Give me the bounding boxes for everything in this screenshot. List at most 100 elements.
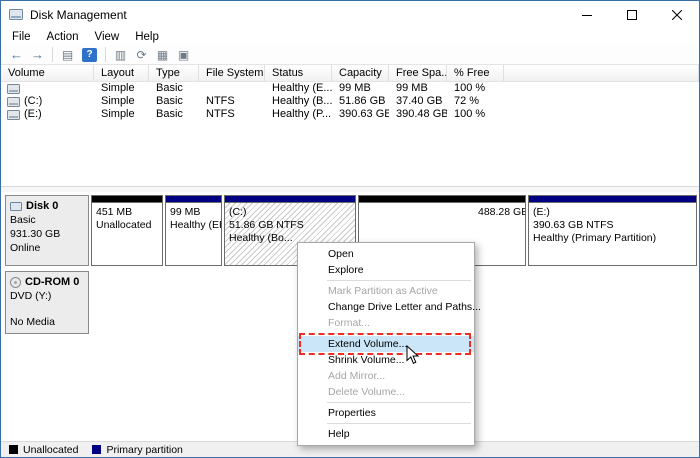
partition-name: (E:)	[533, 206, 696, 219]
refresh-icon[interactable]: ⟳	[131, 46, 152, 64]
volume-status: Healthy (E...	[265, 82, 332, 95]
legend-unallocated: Unallocated	[9, 444, 78, 456]
column-header-type[interactable]: Type	[149, 65, 199, 81]
primary-partition-swatch-icon	[92, 445, 101, 454]
legend-primary-partition: Primary partition	[92, 444, 182, 456]
context-menu-item-properties[interactable]: Properties	[298, 405, 474, 421]
menu-file[interactable]: File	[4, 30, 39, 44]
disk-icon	[10, 202, 22, 211]
context-menu-item-extend-volume[interactable]: Extend Volume...	[298, 336, 474, 352]
partition-efi[interactable]: 99 MB Healthy (EFI	[165, 195, 222, 266]
column-header-status[interactable]: Status	[265, 65, 332, 81]
partition-size: 99 MB	[170, 206, 221, 219]
volume-file-system: NTFS	[199, 95, 265, 108]
splitter[interactable]	[1, 187, 699, 192]
context-menu-item-help[interactable]: Help	[298, 426, 474, 442]
volume-row-e[interactable]: (E:) Simple Basic NTFS Healthy (P... 390…	[1, 108, 699, 121]
volume-file-system: NTFS	[199, 108, 265, 121]
unallocated-strip	[359, 196, 525, 203]
cdrom-panel[interactable]: CD-ROM 0 DVD (Y:) No Media	[5, 271, 89, 334]
volume-layout: Simple	[94, 95, 149, 108]
volume-pct-free: 100 %	[447, 108, 504, 121]
extend-volume-label: Extend Volume...	[328, 338, 407, 350]
volume-type: Basic	[149, 108, 199, 121]
disk-name: Disk 0	[26, 199, 58, 213]
column-header-free-space[interactable]: Free Spa...	[389, 65, 447, 81]
context-menu-separator	[327, 423, 471, 424]
volume-icon	[7, 97, 20, 107]
app-disk-icon	[9, 9, 23, 20]
volume-name: (C:)	[24, 95, 42, 108]
column-header-layout[interactable]: Layout	[94, 65, 149, 81]
context-menu-item-shrink-volume[interactable]: Shrink Volume...	[298, 352, 474, 368]
volume-capacity: 99 MB	[332, 82, 389, 95]
menu-view[interactable]: View	[87, 30, 128, 44]
help-icon[interactable]: ?	[82, 48, 97, 62]
column-header-filler	[504, 65, 699, 81]
volume-layout: Simple	[94, 82, 149, 95]
close-button[interactable]	[654, 1, 699, 28]
disk-size: 931.30 GB	[10, 227, 84, 241]
column-header-pct-free[interactable]: % Free	[447, 65, 504, 81]
rescan-disks-icon[interactable]: ▦	[152, 46, 173, 64]
maximize-icon	[627, 10, 637, 20]
volume-icon	[7, 110, 20, 120]
volume-capacity: 390.63 GB	[332, 108, 389, 121]
volume-list-header: Volume Layout Type File System Status Ca…	[1, 65, 699, 82]
primary-strip	[529, 196, 696, 203]
volume-row-efi[interactable]: Simple Basic Healthy (E... 99 MB 99 MB 1…	[1, 82, 699, 95]
partition-size: 451 MB	[96, 206, 162, 219]
context-menu-separator	[327, 402, 471, 403]
context-menu-item-open[interactable]: Open	[298, 246, 474, 262]
disk-type: Basic	[10, 213, 84, 227]
forward-icon[interactable]: →	[27, 46, 48, 64]
legend-label: Primary partition	[106, 444, 182, 456]
menu-action[interactable]: Action	[39, 30, 87, 44]
partition-name: (C:)	[229, 206, 355, 219]
column-header-volume[interactable]: Volume	[1, 65, 94, 81]
toolbar-separator	[105, 47, 106, 62]
minimize-button[interactable]	[564, 1, 609, 28]
context-menu-item-add-mirror: Add Mirror...	[298, 368, 474, 384]
volume-type: Basic	[149, 82, 199, 95]
context-menu-item-change-drive-letter[interactable]: Change Drive Letter and Paths...	[298, 299, 474, 315]
context-menu-separator	[327, 280, 471, 281]
partition-unallocated-451mb[interactable]: 451 MB Unallocated	[91, 195, 163, 266]
cdrom-type: DVD (Y:)	[10, 289, 84, 303]
disk-list-icon[interactable]: ▥	[110, 46, 131, 64]
partition-size: 51.86 GB NTFS	[229, 219, 355, 232]
column-header-file-system[interactable]: File System	[199, 65, 265, 81]
mouse-cursor-icon	[406, 345, 419, 368]
legend-label: Unallocated	[23, 444, 78, 456]
minimize-icon	[582, 10, 592, 20]
volume-capacity: 51.86 GB	[332, 95, 389, 108]
back-icon[interactable]: ←	[6, 46, 27, 64]
volume-status: Healthy (P...	[265, 108, 332, 121]
disk0-panel[interactable]: Disk 0 Basic 931.30 GB Online	[5, 195, 89, 266]
disk-management-window: Disk Management File Action View Help ← …	[0, 0, 700, 458]
volume-status: Healthy (B...	[265, 95, 332, 108]
context-menu-separator	[327, 333, 471, 334]
volume-layout: Simple	[94, 108, 149, 121]
context-menu-item-delete-volume: Delete Volume...	[298, 384, 474, 400]
volume-list: Volume Layout Type File System Status Ca…	[1, 65, 699, 187]
partition-status: Unallocated	[96, 219, 162, 232]
maximize-button[interactable]	[609, 1, 654, 28]
context-menu-item-explore[interactable]: Explore	[298, 262, 474, 278]
partition-size: 390.63 GB NTFS	[533, 219, 696, 232]
volume-free-space: 390.48 GB	[389, 108, 447, 121]
partition-status: Healthy (EFI	[170, 219, 221, 232]
properties-icon[interactable]: ▣	[173, 46, 194, 64]
column-header-capacity[interactable]: Capacity	[332, 65, 389, 81]
volume-file-system	[199, 82, 265, 95]
console-tree-icon[interactable]: ▤	[57, 46, 78, 64]
primary-strip	[166, 196, 221, 203]
menu-help[interactable]: Help	[127, 30, 167, 44]
toolbar: ← → ▤ ? ▥ ⟳ ▦ ▣	[1, 45, 699, 65]
menu-bar: File Action View Help	[1, 28, 699, 45]
volume-row-c[interactable]: (C:) Simple Basic NTFS Healthy (B... 51.…	[1, 95, 699, 108]
context-menu: Open Explore Mark Partition as Active Ch…	[297, 242, 475, 446]
partition-e[interactable]: (E:) 390.63 GB NTFS Healthy (Primary Par…	[528, 195, 697, 266]
close-icon	[672, 10, 682, 20]
volume-pct-free: 72 %	[447, 95, 504, 108]
